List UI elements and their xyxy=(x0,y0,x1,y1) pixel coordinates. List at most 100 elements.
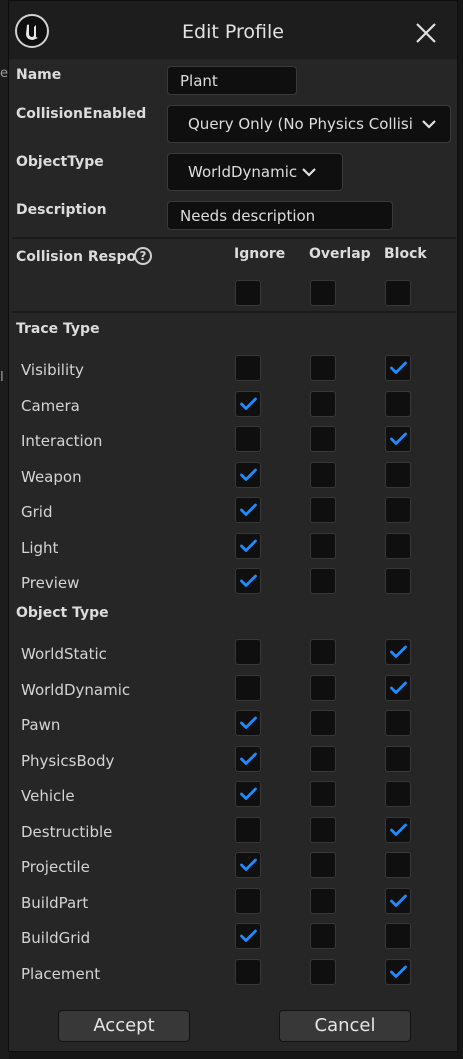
response-row-label: PhysicsBody xyxy=(21,751,115,770)
response-row-label: WorldStatic xyxy=(21,645,107,663)
description-field[interactable]: Needs description xyxy=(167,201,393,230)
block-checkbox[interactable] xyxy=(385,426,411,452)
response-row-label: Visibility xyxy=(21,361,84,379)
checkmark-icon xyxy=(390,894,407,907)
divider xyxy=(12,311,456,313)
block-checkbox[interactable] xyxy=(385,461,411,488)
collision-responses-label: Collision Respo xyxy=(16,249,137,265)
ignore-checkbox[interactable] xyxy=(235,816,261,843)
block-checkbox[interactable] xyxy=(385,745,411,772)
collision-enabled-dropdown[interactable]: Query Only (No Physics Collisi xyxy=(167,105,451,143)
overlap-checkbox[interactable] xyxy=(310,355,336,381)
checkmark-icon xyxy=(240,468,257,481)
overlap-checkbox[interactable] xyxy=(310,497,336,523)
checkmark-icon xyxy=(240,787,257,800)
response-row-label: Light xyxy=(21,538,59,557)
object-type-label: ObjectType xyxy=(16,154,104,170)
block-checkbox[interactable] xyxy=(385,355,411,381)
name-label: Name xyxy=(16,67,62,83)
overlap-checkbox[interactable] xyxy=(310,674,336,701)
checkmark-icon xyxy=(390,645,407,658)
checkmark-icon xyxy=(240,752,257,765)
ignore-checkbox[interactable] xyxy=(235,887,261,914)
block-checkbox[interactable] xyxy=(385,816,411,843)
checkmark-icon xyxy=(240,503,257,516)
response-row-label: Weapon xyxy=(21,467,82,486)
ignore-checkbox[interactable] xyxy=(235,958,261,985)
divider xyxy=(12,237,456,239)
checkmark-icon xyxy=(390,361,407,374)
block-checkbox[interactable] xyxy=(385,852,411,878)
overlap-checkbox[interactable] xyxy=(310,568,336,594)
overlap-checkbox[interactable] xyxy=(310,923,336,949)
overlap-checkbox[interactable] xyxy=(310,426,336,452)
ignore-checkbox[interactable] xyxy=(235,426,261,452)
block-checkbox[interactable] xyxy=(385,887,411,914)
response-row-label: BuildPart xyxy=(21,893,89,912)
overlap-checkbox[interactable] xyxy=(310,958,336,985)
overlap-checkbox[interactable] xyxy=(310,816,336,843)
all-block-checkbox[interactable] xyxy=(385,280,411,306)
response-row-label: Pawn xyxy=(21,716,61,734)
overlap-checkbox[interactable] xyxy=(310,710,336,736)
ignore-checkbox[interactable] xyxy=(235,355,261,381)
checkmark-icon xyxy=(240,397,257,410)
ignore-checkbox[interactable] xyxy=(235,639,261,665)
overlap-checkbox[interactable] xyxy=(310,745,336,772)
object-type-dropdown[interactable]: WorldDynamic xyxy=(167,153,343,191)
accept-button[interactable]: Accept xyxy=(58,1010,190,1042)
ignore-checkbox[interactable] xyxy=(235,568,261,594)
response-row-label: Grid xyxy=(21,503,53,521)
column-overlap-header: Overlap xyxy=(309,246,371,262)
collision-enabled-label: CollisionEnabled xyxy=(16,106,147,122)
collision-enabled-value: Query Only (No Physics Collisi xyxy=(188,115,413,133)
cancel-button[interactable]: Cancel xyxy=(279,1010,411,1042)
block-checkbox[interactable] xyxy=(385,781,411,807)
name-field[interactable]: Plant xyxy=(167,66,297,95)
help-icon[interactable]: ? xyxy=(134,247,152,265)
ignore-checkbox[interactable] xyxy=(235,674,261,701)
all-ignore-checkbox[interactable] xyxy=(235,280,261,306)
ignore-checkbox[interactable] xyxy=(235,390,261,417)
ignore-checkbox[interactable] xyxy=(235,745,261,772)
block-checkbox[interactable] xyxy=(385,390,411,417)
overlap-checkbox[interactable] xyxy=(310,852,336,878)
overlap-checkbox[interactable] xyxy=(310,390,336,417)
dialog-title: Edit Profile xyxy=(182,21,284,43)
block-checkbox[interactable] xyxy=(385,497,411,523)
block-checkbox[interactable] xyxy=(385,710,411,736)
ignore-checkbox[interactable] xyxy=(235,497,261,523)
chevron-down-icon xyxy=(302,168,316,177)
checkmark-icon xyxy=(390,681,407,694)
block-checkbox[interactable] xyxy=(385,674,411,701)
column-ignore-header: Ignore xyxy=(234,246,286,262)
close-icon[interactable] xyxy=(414,21,438,45)
checkmark-icon xyxy=(240,858,257,871)
ignore-checkbox[interactable] xyxy=(235,710,261,736)
ignore-checkbox[interactable] xyxy=(235,532,261,559)
overlap-checkbox[interactable] xyxy=(310,532,336,559)
all-overlap-checkbox[interactable] xyxy=(310,280,336,306)
overlap-checkbox[interactable] xyxy=(310,639,336,665)
block-checkbox[interactable] xyxy=(385,532,411,559)
checkmark-icon xyxy=(390,432,407,445)
response-row-label: WorldDynamic xyxy=(21,680,131,699)
ignore-checkbox[interactable] xyxy=(235,852,261,878)
response-row-label: Destructible xyxy=(21,822,113,841)
checkmark-icon xyxy=(390,965,407,978)
overlap-checkbox[interactable] xyxy=(310,461,336,488)
chevron-down-icon xyxy=(422,120,436,129)
response-row-label: BuildGrid xyxy=(21,929,91,947)
title-bar: Edit Profile xyxy=(9,1,457,59)
overlap-checkbox[interactable] xyxy=(310,781,336,807)
ignore-checkbox[interactable] xyxy=(235,923,261,949)
block-checkbox[interactable] xyxy=(385,568,411,594)
overlap-checkbox[interactable] xyxy=(310,887,336,914)
object-type-section-label: Object Type xyxy=(16,605,109,621)
ignore-checkbox[interactable] xyxy=(235,781,261,807)
block-checkbox[interactable] xyxy=(385,639,411,665)
block-checkbox[interactable] xyxy=(385,923,411,949)
block-checkbox[interactable] xyxy=(385,958,411,985)
response-row-label: Preview xyxy=(21,574,80,592)
ignore-checkbox[interactable] xyxy=(235,461,261,488)
